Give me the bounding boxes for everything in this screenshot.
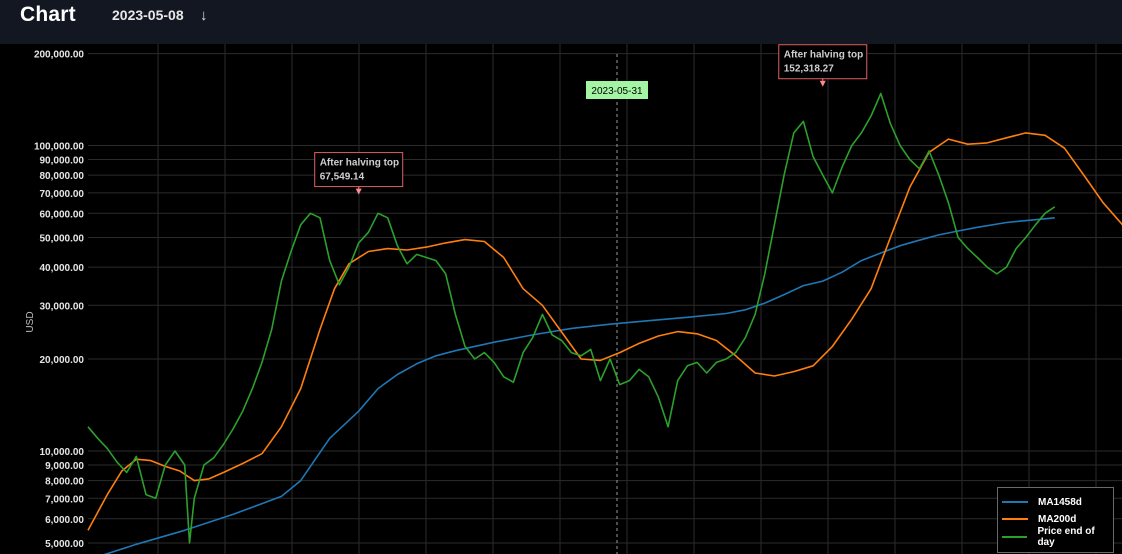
series-line-ma1458d bbox=[103, 217, 1055, 554]
horizontal-grid bbox=[88, 53, 1122, 544]
y-tick-label: 200,000.00 bbox=[34, 50, 84, 61]
series-line-price-end-of-day bbox=[87, 92, 1056, 544]
y-tick-label: 100,000.00 bbox=[34, 142, 84, 153]
annotation-value: 67,549.14 bbox=[320, 172, 365, 183]
y-tick-label: 8,000.00 bbox=[45, 477, 84, 488]
y-tick-label: 50,000.00 bbox=[40, 233, 85, 244]
series-lines bbox=[87, 92, 1122, 554]
y-tick-label: 20,000.00 bbox=[40, 355, 85, 366]
annotations: After halving top67,549.14After halving … bbox=[314, 44, 868, 195]
y-tick-label: 90,000.00 bbox=[40, 156, 85, 167]
y-tick-label: 6,000.00 bbox=[45, 515, 84, 526]
crosshair-date-label: 2023-05-31 bbox=[591, 86, 643, 97]
date-selector[interactable]: 2023-05-08 bbox=[112, 7, 184, 23]
y-tick-label: 40,000.00 bbox=[40, 263, 85, 274]
y-tick-label: 70,000.00 bbox=[40, 189, 85, 200]
annotation-value: 152,318.27 bbox=[784, 64, 834, 75]
annotation-title: After halving top bbox=[784, 50, 863, 61]
legend-swatch-price bbox=[1002, 536, 1028, 538]
legend-item-price: Price end of day bbox=[1002, 526, 1113, 548]
legend-swatch-ma200d bbox=[1002, 518, 1028, 520]
y-tick-label: 7,000.00 bbox=[45, 494, 84, 505]
legend-label-price: Price end of day bbox=[1037, 526, 1095, 548]
legend: MA1458d MA200d Price end of day bbox=[997, 487, 1114, 553]
annotation-arrow-icon bbox=[819, 80, 826, 87]
y-tick-label: 9,000.00 bbox=[45, 461, 84, 472]
annotation-1: After halving top 152,318.27 bbox=[778, 44, 868, 87]
legend-label-ma1458d: MA1458d bbox=[1038, 496, 1082, 508]
y-axis-label: USD bbox=[25, 311, 36, 332]
y-axis-ticks: 5,000.00 6,000.00 7,000.00 8,000.00 9,000.00… bbox=[34, 50, 84, 550]
vertical-grid bbox=[157, 44, 1097, 554]
y-tick-label: 30,000.00 bbox=[40, 301, 85, 312]
legend-item-ma200d: MA200d bbox=[1002, 512, 1076, 526]
top-bar: Chart 2023-05-08 ↓ bbox=[0, 0, 1122, 44]
y-tick-label: 10,000.00 bbox=[40, 447, 85, 458]
legend-item-ma1458d: MA1458d bbox=[1002, 495, 1082, 509]
legend-swatch-ma1458d bbox=[1002, 501, 1028, 503]
legend-label-ma200d: MA200d bbox=[1038, 513, 1077, 525]
annotation-title: After halving top bbox=[320, 158, 399, 169]
annotation-arrow-icon bbox=[355, 188, 362, 195]
page-title: Chart bbox=[20, 3, 76, 26]
y-tick-label: 5,000.00 bbox=[45, 539, 84, 550]
price-chart[interactable]: 5,000.00 6,000.00 7,000.00 8,000.00 9,000.00… bbox=[0, 44, 1122, 554]
arrow-down-icon[interactable]: ↓ bbox=[200, 7, 208, 24]
crosshair: 2023-05-31 bbox=[586, 54, 648, 554]
y-tick-label: 60,000.00 bbox=[40, 209, 85, 220]
annotation-0: After halving top 67,549.14 bbox=[314, 152, 404, 195]
y-tick-label: 80,000.00 bbox=[40, 171, 85, 182]
